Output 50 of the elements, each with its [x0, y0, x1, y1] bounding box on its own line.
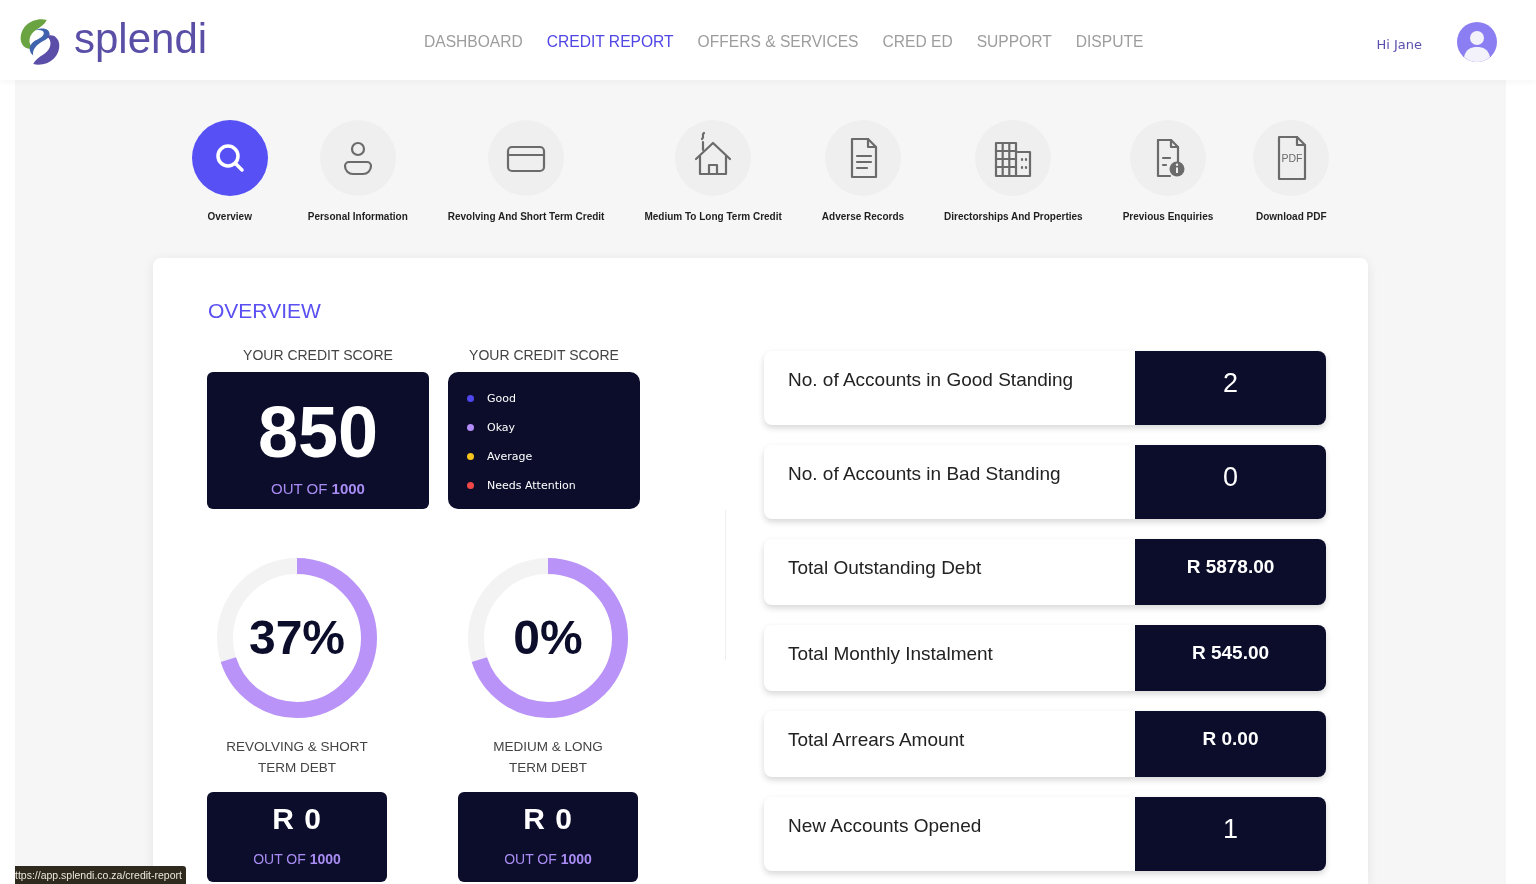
report-tab[interactable]: Previous Enquiries: [1122, 120, 1214, 224]
status-bar-url: ttps://app.splendi.co.za/credit-report: [15, 866, 186, 884]
search-icon: [191, 120, 268, 196]
score-scale-label: OUT OF 1000: [504, 850, 592, 869]
pdf-file-icon: PDF: [1253, 120, 1330, 196]
stat-label: No. of Accounts in Bad Standing: [787, 462, 1062, 486]
report-tab[interactable]: Medium To Long Term Credit: [644, 120, 782, 224]
gauge-percent: 0%: [513, 613, 583, 663]
credit-card-icon: [488, 120, 565, 196]
score-scale-label: OUT OF 1000: [253, 850, 341, 869]
report-tab[interactable]: Directorships And Properties: [944, 120, 1083, 224]
document-icon: [824, 120, 901, 196]
stat-value: R 0.00: [1135, 711, 1326, 777]
report-tab[interactable]: PDF Download PDF: [1253, 120, 1330, 224]
building-icon: [975, 120, 1052, 196]
legend-label: Good: [487, 391, 516, 406]
gauge-percent: 37%: [248, 613, 346, 663]
legend-label: Okay: [487, 420, 516, 435]
card-heading: YOUR CREDIT SCORE: [469, 346, 619, 365]
stat-label: No. of Accounts in Good Standing: [787, 368, 1075, 392]
stat-value: R 5878.00: [1135, 539, 1326, 605]
report-tab[interactable]: Personal Information: [307, 120, 408, 224]
person-icon: [319, 120, 396, 196]
nav-link[interactable]: CREDIT REPORT: [546, 32, 674, 52]
score-scale-label: OUT OF 1000: [271, 479, 365, 499]
gauge-caption: REVOLVING & SHORT TERM DEBT: [225, 738, 369, 777]
avatar-icon[interactable]: [1457, 22, 1497, 62]
stat-value: 2: [1135, 351, 1326, 425]
stat-label: Total Monthly Instalment: [787, 642, 994, 666]
card-heading: YOUR CREDIT SCORE: [243, 346, 393, 365]
logo-text: splendi: [74, 15, 208, 64]
gauge-caption: MEDIUM & LONG TERM DEBT: [492, 738, 604, 777]
stat-label: Total Arrears Amount: [787, 728, 966, 752]
stat-label: New Accounts Opened: [787, 814, 983, 838]
report-tab[interactable]: Overview: [191, 120, 268, 224]
greeting-text: Hi Jane: [1376, 36, 1422, 54]
report-tab[interactable]: Revolving And Short Term Credit: [447, 120, 605, 224]
document-info-icon: [1129, 120, 1206, 196]
legend-label: Needs Attention: [487, 478, 576, 493]
stat-value: R 545.00: [1135, 625, 1326, 691]
section-title: OVERVIEW: [208, 298, 322, 324]
debt-amount-value: R 0: [523, 802, 573, 836]
stat-label: Total Outstanding Debt: [787, 556, 983, 580]
report-tab[interactable]: Adverse Records: [821, 120, 905, 224]
credit-score-value: 850: [257, 398, 379, 466]
house-icon: [675, 120, 752, 196]
stat-value: 0: [1135, 445, 1326, 519]
stat-value: 1: [1135, 797, 1326, 871]
debt-amount-value: R 0: [272, 802, 322, 836]
legend-label: Average: [487, 449, 533, 464]
